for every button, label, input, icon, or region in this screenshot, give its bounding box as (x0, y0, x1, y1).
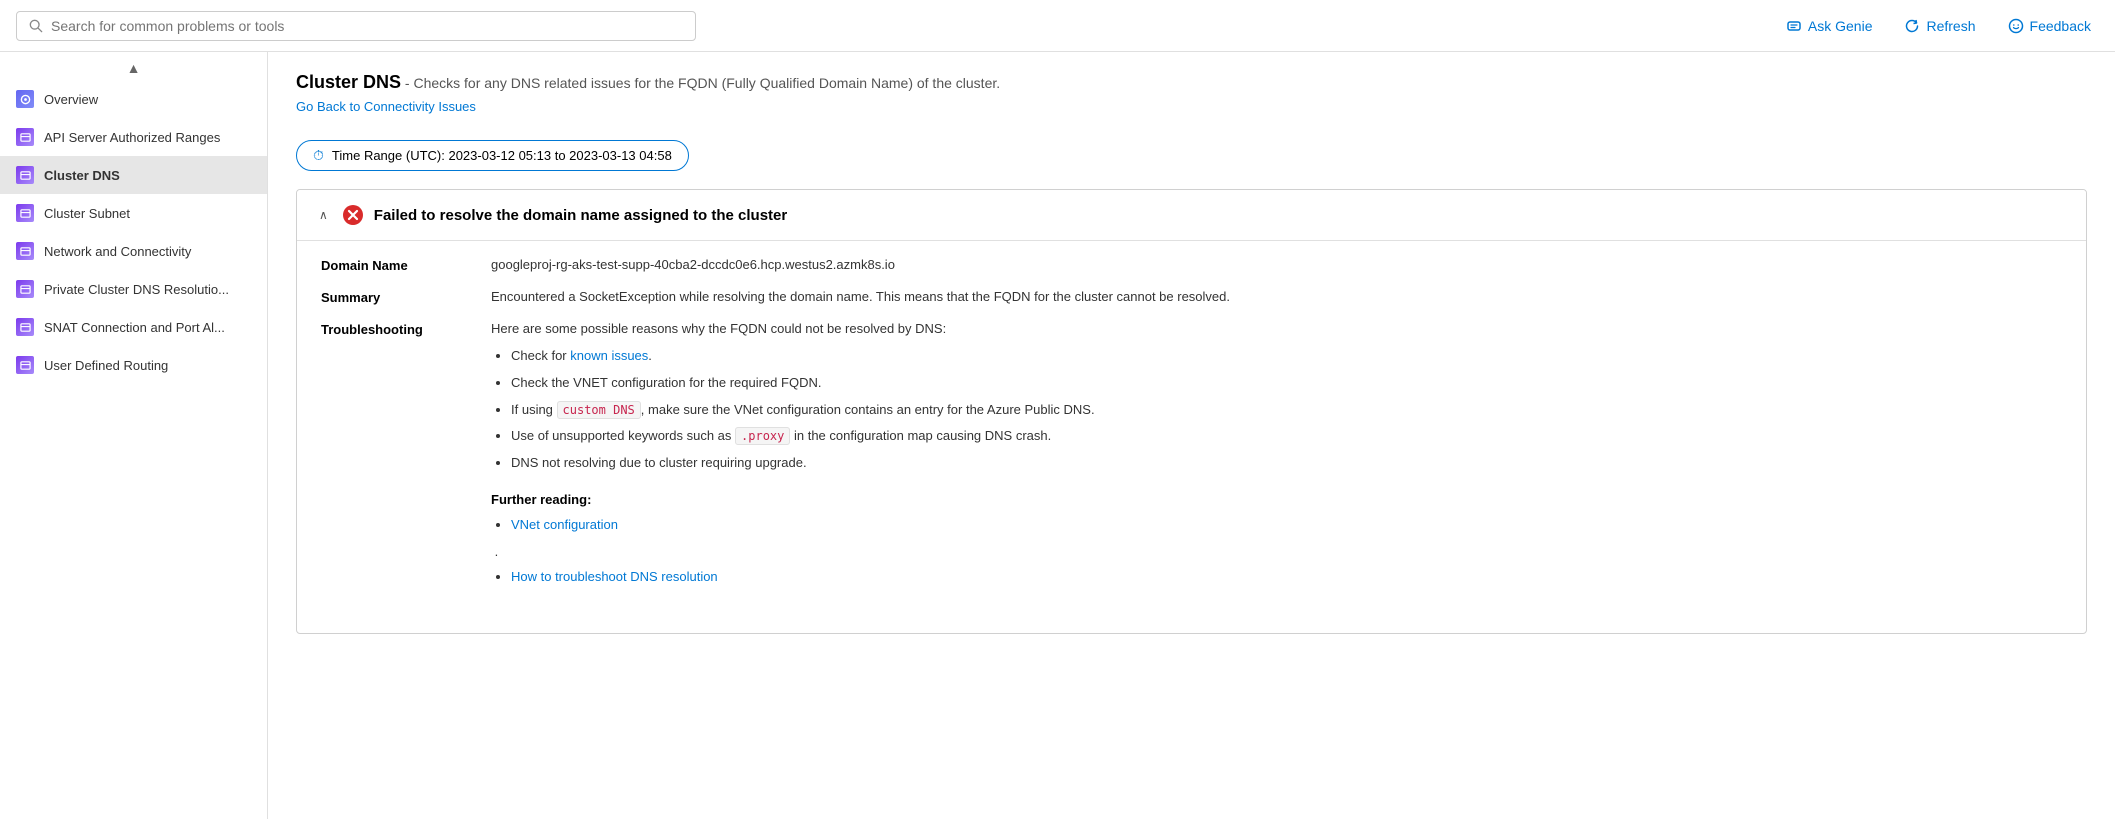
private-cluster-dns-icon (16, 280, 34, 298)
search-input[interactable] (51, 18, 683, 34)
domain-name-value: googleproj-rg-aks-test-supp-40cba2-dccdc… (491, 257, 2062, 273)
main-layout: ▲ Overview API Server Authorized Ranges … (0, 52, 2115, 819)
known-issues-link[interactable]: known issues (570, 348, 648, 363)
page-title: Cluster DNS (296, 72, 401, 92)
time-range-button[interactable]: ⏱ Time Range (UTC): 2023-03-12 05:13 to … (296, 140, 689, 171)
feedback-button[interactable]: Feedback (2000, 14, 2099, 38)
custom-dns-code: custom DNS (557, 401, 641, 419)
result-card: ∧ Failed to resolve the domain name assi… (296, 189, 2087, 634)
sidebar-item-cluster-subnet[interactable]: Cluster Subnet (0, 194, 267, 232)
further-reading-list: VNet configuration . How to troubleshoot… (491, 515, 2062, 587)
back-link[interactable]: Go Back to Connectivity Issues (296, 99, 476, 114)
troubleshooting-row: Troubleshooting Here are some possible r… (321, 321, 2062, 593)
time-range-label: Time Range (UTC): 2023-03-12 05:13 to 20… (332, 148, 672, 163)
troubleshooting-list: Check for known issues. Check the VNET c… (491, 346, 2062, 474)
troubleshooting-item-5: DNS not resolving due to cluster requiri… (511, 453, 2062, 474)
vnet-config-link[interactable]: VNet configuration (511, 517, 618, 532)
summary-value: Encountered a SocketException while reso… (491, 289, 2062, 305)
summary-row: Summary Encountered a SocketException wh… (321, 289, 2062, 305)
scroll-up-button[interactable]: ▲ (0, 56, 267, 80)
clock-icon: ⏱ (313, 147, 324, 164)
result-body: Domain Name googleproj-rg-aks-test-supp-… (297, 241, 2086, 633)
toolbar-actions: Ask Genie Refresh Feedback (1778, 14, 2099, 38)
further-reading-item-1: VNet configuration (511, 515, 2062, 536)
genie-icon (1786, 18, 1802, 34)
further-reading-section: Further reading: VNet configuration . Ho… (491, 492, 2062, 587)
sidebar-item-snat[interactable]: SNAT Connection and Port Al... (0, 308, 267, 346)
sidebar-item-cluster-dns[interactable]: Cluster DNS (0, 156, 267, 194)
sidebar-item-network-connectivity[interactable]: Network and Connectivity (0, 232, 267, 270)
search-box[interactable] (16, 11, 696, 41)
sidebar-item-overview[interactable]: Overview (0, 80, 267, 118)
domain-name-label: Domain Name (321, 257, 491, 273)
api-server-icon (16, 128, 34, 146)
sidebar-item-private-cluster-dns[interactable]: Private Cluster DNS Resolutio... (0, 270, 267, 308)
troubleshooting-item-2: Check the VNET configuration for the req… (511, 373, 2062, 394)
user-defined-routing-icon (16, 356, 34, 374)
page-subtitle: - Checks for any DNS related issues for … (405, 75, 1000, 91)
collapse-button[interactable]: ∧ (315, 208, 332, 222)
ask-genie-button[interactable]: Ask Genie (1778, 14, 1881, 38)
further-reading-title: Further reading: (491, 492, 2062, 507)
refresh-button[interactable]: Refresh (1896, 14, 1983, 38)
network-connectivity-icon (16, 242, 34, 260)
snat-icon (16, 318, 34, 336)
sidebar-item-user-defined-routing[interactable]: User Defined Routing (0, 346, 267, 384)
troubleshooting-value: Here are some possible reasons why the F… (491, 321, 2062, 593)
troubleshooting-intro: Here are some possible reasons why the F… (491, 321, 2062, 336)
search-icon (29, 19, 43, 33)
page-header: Cluster DNS - Checks for any DNS related… (296, 72, 2087, 114)
troubleshooting-item-1: Check for known issues. (511, 346, 2062, 367)
content-area: Cluster DNS - Checks for any DNS related… (268, 52, 2115, 819)
result-header: ∧ Failed to resolve the domain name assi… (297, 190, 2086, 241)
feedback-icon (2008, 18, 2024, 34)
further-reading-separator: . (491, 542, 2062, 563)
domain-name-row: Domain Name googleproj-rg-aks-test-supp-… (321, 257, 2062, 273)
dns-troubleshoot-link[interactable]: How to troubleshoot DNS resolution (511, 569, 718, 584)
error-icon (342, 204, 364, 226)
sidebar-item-api-server[interactable]: API Server Authorized Ranges (0, 118, 267, 156)
summary-label: Summary (321, 289, 491, 305)
refresh-icon (1904, 18, 1920, 34)
further-reading-item-2: How to troubleshoot DNS resolution (511, 567, 2062, 588)
troubleshooting-item-3: If using custom DNS, make sure the VNet … (511, 400, 2062, 421)
troubleshooting-label: Troubleshooting (321, 321, 491, 593)
page-title-row: Cluster DNS - Checks for any DNS related… (296, 72, 2087, 93)
troubleshooting-item-4: Use of unsupported keywords such as .pro… (511, 426, 2062, 447)
toolbar: Ask Genie Refresh Feedback (0, 0, 2115, 52)
cluster-subnet-icon (16, 204, 34, 222)
sidebar: ▲ Overview API Server Authorized Ranges … (0, 52, 268, 819)
result-title: Failed to resolve the domain name assign… (374, 207, 787, 224)
overview-icon (16, 90, 34, 108)
cluster-dns-icon (16, 166, 34, 184)
proxy-code: .proxy (735, 427, 790, 445)
